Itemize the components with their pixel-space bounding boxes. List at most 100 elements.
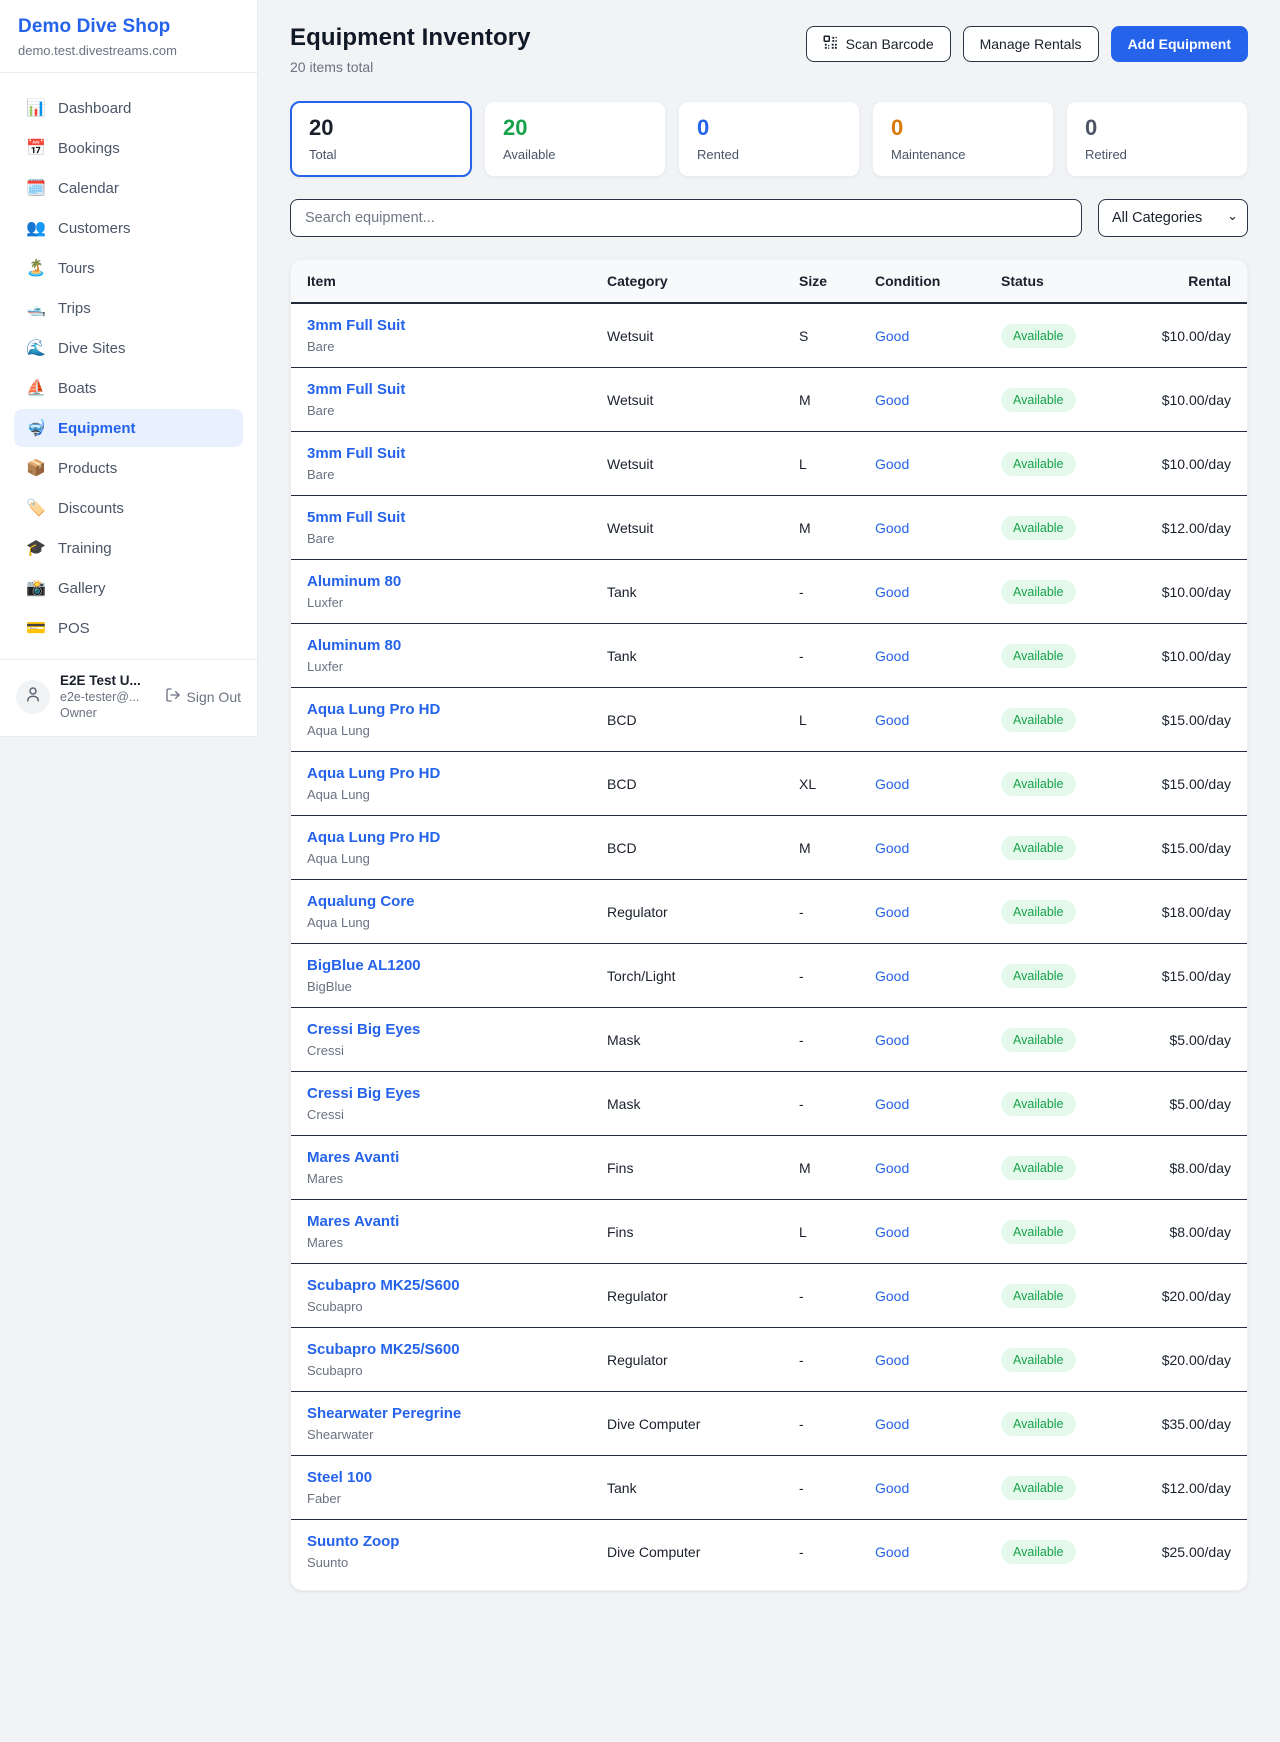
stat-card-retired[interactable]: 0Retired (1066, 101, 1248, 177)
sidebar-item-tours[interactable]: 🏝️Tours (14, 249, 243, 287)
sidebar-item-pos[interactable]: 💳POS (14, 609, 243, 647)
item-size: L (799, 1224, 807, 1240)
item-name-link[interactable]: Scubapro MK25/S600 (307, 1341, 575, 1358)
status-badge: Available (1001, 644, 1076, 668)
item-brand: Cressi (307, 1043, 575, 1058)
condition-link[interactable]: Good (875, 648, 909, 664)
stat-value: 20 (309, 115, 453, 141)
condition-link[interactable]: Good (875, 904, 909, 920)
item-name-link[interactable]: BigBlue AL1200 (307, 957, 575, 974)
sidebar-item-boats[interactable]: ⛵Boats (14, 369, 243, 407)
status-badge: Available (1001, 900, 1076, 924)
item-name-link[interactable]: Scubapro MK25/S600 (307, 1277, 575, 1294)
item-name-link[interactable]: 3mm Full Suit (307, 445, 575, 462)
sidebar-item-discounts[interactable]: 🏷️Discounts (14, 489, 243, 527)
item-name-link[interactable]: Aluminum 80 (307, 637, 575, 654)
condition-link[interactable]: Good (875, 968, 909, 984)
condition-link[interactable]: Good (875, 584, 909, 600)
sidebar-item-bookings[interactable]: 📅Bookings (14, 129, 243, 167)
stat-card-maintenance[interactable]: 0Maintenance (872, 101, 1054, 177)
condition-link[interactable]: Good (875, 1032, 909, 1048)
sidebar-item-training[interactable]: 🎓Training (14, 529, 243, 567)
condition-link[interactable]: Good (875, 776, 909, 792)
sidebar-item-calendar[interactable]: 🗓️Calendar (14, 169, 243, 207)
item-brand: Faber (307, 1491, 575, 1506)
user-email: e2e-tester@... (60, 690, 141, 704)
sidebar-item-trips[interactable]: 🛥️Trips (14, 289, 243, 327)
item-name-link[interactable]: Shearwater Peregrine (307, 1405, 575, 1422)
condition-link[interactable]: Good (875, 1480, 909, 1496)
item-name-link[interactable]: Aqualung Core (307, 893, 575, 910)
rental-price: $18.00/day (1162, 904, 1231, 920)
sidebar-item-equipment[interactable]: 🤿Equipment (14, 409, 243, 447)
status-badge: Available (1001, 1028, 1076, 1052)
condition-link[interactable]: Good (875, 712, 909, 728)
condition-link[interactable]: Good (875, 520, 909, 536)
app-layout: Demo Dive Shop demo.test.divestreams.com… (0, 0, 1280, 1742)
condition-link[interactable]: Good (875, 840, 909, 856)
condition-link[interactable]: Good (875, 1224, 909, 1240)
item-name-link[interactable]: 3mm Full Suit (307, 317, 575, 334)
condition-link[interactable]: Good (875, 1160, 909, 1176)
table-row: Scubapro MK25/S600ScubaproRegulator-Good… (291, 1264, 1247, 1328)
item-name-link[interactable]: Cressi Big Eyes (307, 1021, 575, 1038)
item-category: Tank (607, 1480, 637, 1496)
sidebar-item-gallery[interactable]: 📸Gallery (14, 569, 243, 607)
sidebar-item-dive-sites[interactable]: 🌊Dive Sites (14, 329, 243, 367)
item-name-link[interactable]: Steel 100 (307, 1469, 575, 1486)
item-name-link[interactable]: 5mm Full Suit (307, 509, 575, 526)
stat-card-available[interactable]: 20Available (484, 101, 666, 177)
sidebar-item-label: Products (58, 460, 117, 477)
table-row: Aluminum 80LuxferTank-GoodAvailable$10.0… (291, 560, 1247, 624)
item-category: Regulator (607, 904, 668, 920)
barcode-icon (823, 35, 838, 53)
scan-barcode-button[interactable]: Scan Barcode (806, 26, 951, 62)
sidebar-item-customers[interactable]: 👥Customers (14, 209, 243, 247)
condition-link[interactable]: Good (875, 1416, 909, 1432)
item-name-link[interactable]: Aluminum 80 (307, 573, 575, 590)
status-badge: Available (1001, 324, 1076, 348)
table-row: Mares AvantiMaresFinsLGoodAvailable$8.00… (291, 1200, 1247, 1264)
category-select[interactable]: All Categories (1098, 199, 1248, 237)
condition-link[interactable]: Good (875, 1352, 909, 1368)
item-name-link[interactable]: Cressi Big Eyes (307, 1085, 575, 1102)
item-brand: Cressi (307, 1107, 575, 1122)
item-category: Wetsuit (607, 456, 653, 472)
condition-link[interactable]: Good (875, 1288, 909, 1304)
item-name-link[interactable]: 3mm Full Suit (307, 381, 575, 398)
add-equipment-button[interactable]: Add Equipment (1111, 26, 1248, 62)
stat-card-total[interactable]: 20Total (290, 101, 472, 177)
stat-card-rented[interactable]: 0Rented (678, 101, 860, 177)
item-name-link[interactable]: Aqua Lung Pro HD (307, 829, 575, 846)
item-size: - (799, 1096, 804, 1112)
item-size: XL (799, 776, 816, 792)
condition-link[interactable]: Good (875, 456, 909, 472)
item-size: - (799, 1288, 804, 1304)
status-badge: Available (1001, 1476, 1076, 1500)
condition-link[interactable]: Good (875, 392, 909, 408)
user-info: E2E Test U... e2e-tester@... Owner (60, 673, 141, 720)
sidebar-item-label: Discounts (58, 500, 124, 517)
condition-link[interactable]: Good (875, 1096, 909, 1112)
sidebar-item-dashboard[interactable]: 📊Dashboard (14, 89, 243, 127)
item-name-link[interactable]: Mares Avanti (307, 1149, 575, 1166)
search-input[interactable] (290, 199, 1082, 237)
item-name-link[interactable]: Suunto Zoop (307, 1533, 575, 1550)
table-row: Aluminum 80LuxferTank-GoodAvailable$10.0… (291, 624, 1247, 688)
item-name-link[interactable]: Mares Avanti (307, 1213, 575, 1230)
item-size: - (799, 648, 804, 664)
item-name-link[interactable]: Aqua Lung Pro HD (307, 701, 575, 718)
items-total-count: 20 items total (290, 59, 531, 75)
condition-link[interactable]: Good (875, 328, 909, 344)
sidebar: Demo Dive Shop demo.test.divestreams.com… (0, 0, 258, 737)
item-brand: Shearwater (307, 1427, 575, 1442)
manage-rentals-button[interactable]: Manage Rentals (963, 26, 1099, 62)
condition-link[interactable]: Good (875, 1544, 909, 1560)
item-name-link[interactable]: Aqua Lung Pro HD (307, 765, 575, 782)
item-brand: Mares (307, 1235, 575, 1250)
sidebar-item-label: POS (58, 620, 90, 637)
sidebar-item-products[interactable]: 📦Products (14, 449, 243, 487)
item-size: - (799, 584, 804, 600)
sign-out-button[interactable]: Sign Out (165, 687, 241, 706)
status-badge: Available (1001, 1348, 1076, 1372)
